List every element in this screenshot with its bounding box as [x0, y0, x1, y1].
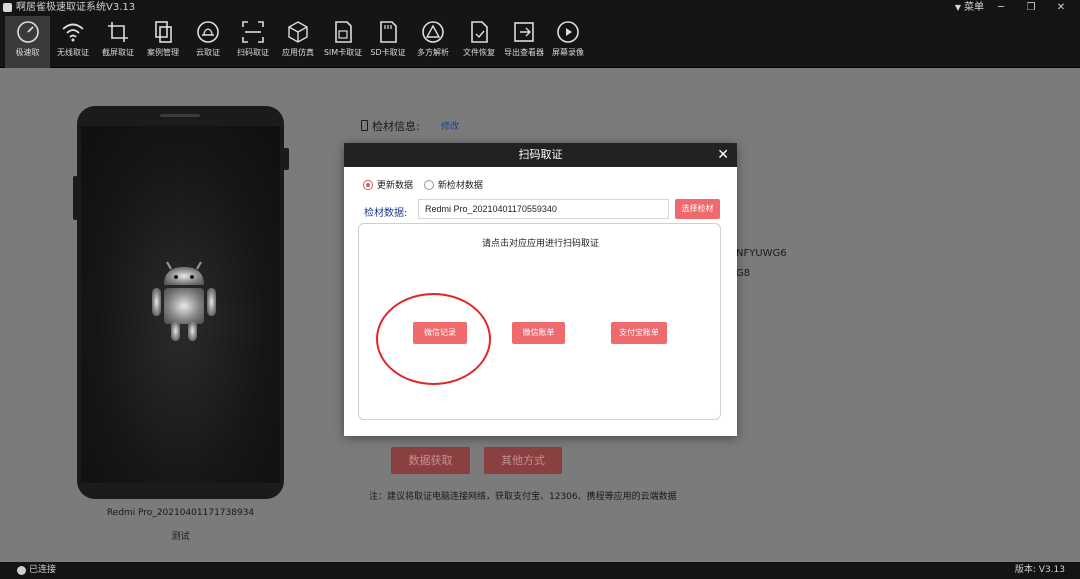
- tool-label: 多方解析: [417, 48, 449, 57]
- network-note: 注：建议将取证电脑连接网络，获取支付宝、12306、携程等应用的云端数据: [369, 492, 677, 502]
- evidence-info-text: 检材信息:: [372, 120, 420, 133]
- speed-icon: [16, 21, 39, 43]
- tool-scan[interactable]: 扫码取证: [233, 16, 273, 68]
- radio-unchecked-icon: [423, 180, 434, 190]
- device-name: Redmi Pro_20210401171738934: [106, 508, 255, 518]
- android-icon: [152, 261, 216, 341]
- tool-label: 无线取证: [57, 48, 89, 57]
- export-icon: [514, 22, 534, 42]
- tool-export[interactable]: 导出查看器: [501, 16, 547, 68]
- device-description: 测试: [171, 532, 190, 542]
- menu-button[interactable]: ▼ 菜单: [955, 0, 984, 16]
- tool-label: 导出查看器: [504, 48, 544, 57]
- phone-speaker: [160, 114, 200, 117]
- connection-status: 已连接: [29, 565, 57, 575]
- copy-icon: [155, 21, 172, 43]
- dialog-header: 扫码取证 ✕: [344, 143, 737, 167]
- tool-label: SD卡取证: [370, 48, 406, 57]
- phone-screen: [81, 126, 280, 483]
- tool-label: 截屏取证: [102, 48, 134, 57]
- status-bar: 已连接 版本: V3.13: [0, 562, 1080, 579]
- version-label: 版本: V3.13: [1014, 565, 1065, 575]
- radio-checked-icon: [363, 180, 373, 190]
- tool-cloud[interactable]: 云取证: [188, 16, 228, 68]
- scan-icon: [242, 21, 264, 43]
- dialog-title: 扫码取证: [518, 148, 563, 161]
- data-fetch-button[interactable]: 数据获取: [391, 447, 470, 474]
- tool-sd[interactable]: SD卡取证: [367, 16, 409, 68]
- tool-sim[interactable]: SIM卡取证: [322, 16, 364, 68]
- minimize-button[interactable]: ─: [986, 0, 1016, 16]
- crop-icon: [108, 22, 128, 42]
- triangle-icon: [422, 21, 444, 43]
- radio-new-data[interactable]: 新检材数据: [423, 178, 483, 191]
- phone-preview: [73, 106, 289, 499]
- tool-case[interactable]: 案例管理: [143, 16, 183, 68]
- tool-emulate[interactable]: 应用仿真: [278, 16, 318, 68]
- tool-label: 文件恢复: [463, 48, 495, 57]
- tool-recover[interactable]: 文件恢复: [458, 16, 500, 68]
- tool-label: SIM卡取证: [323, 48, 363, 57]
- play-icon: [557, 21, 579, 43]
- cloud-icon: [197, 21, 219, 43]
- close-window-button[interactable]: ✕: [1046, 0, 1076, 16]
- other-method-button[interactable]: 其他方式: [484, 447, 562, 474]
- tool-parse[interactable]: 多方解析: [412, 16, 454, 68]
- menu-caret-icon: ▼: [954, 3, 961, 12]
- window-title: 啊居雀极速取证系统V3.13: [16, 2, 136, 13]
- tool-wifi[interactable]: 无线取证: [53, 16, 93, 68]
- alipay-bill-button[interactable]: 支付宝账单: [611, 322, 667, 344]
- sim-icon: [335, 21, 352, 43]
- menu-label: 菜单: [964, 2, 984, 13]
- app-logo-icon: [3, 3, 12, 12]
- radio-update-data[interactable]: 更新数据: [363, 178, 413, 191]
- scan-forensics-dialog: 扫码取证 ✕ 更新数据 新检材数据 检材数据: Redmi Pro_202104…: [344, 143, 737, 436]
- data-mode-radio-group: 更新数据 新检材数据: [363, 178, 491, 191]
- title-bar: 啊居雀极速取证系统V3.13 ▼ 菜单 ─ ❐ ✕: [0, 0, 1080, 16]
- tool-label: 云取证: [196, 48, 220, 57]
- radio-label: 新检材数据: [437, 181, 483, 191]
- file-icon: [471, 21, 488, 43]
- wechat-bill-button[interactable]: 微信账单: [512, 322, 565, 344]
- modify-link[interactable]: 修改: [441, 119, 459, 132]
- main-toolbar: 极速取 无线取证 截屏取证 案例管理 云取证 扫码取证 应用仿真 SIM卡取证 …: [0, 16, 1080, 68]
- tool-label: 屏幕录像: [552, 48, 584, 57]
- annotation-circle: [376, 293, 491, 385]
- wifi-icon: [62, 23, 84, 42]
- tool-label: 极速取: [15, 48, 40, 57]
- dialog-close-button[interactable]: ✕: [717, 143, 729, 167]
- tool-record[interactable]: 屏幕录像: [548, 16, 588, 68]
- radio-label: 更新数据: [377, 181, 414, 191]
- phone-side-button: [284, 148, 289, 170]
- tool-speed[interactable]: 极速取: [5, 16, 50, 68]
- select-evidence-button[interactable]: 选择检材: [675, 199, 720, 219]
- tool-label: 案例管理: [147, 48, 179, 57]
- info-code-2: G8: [736, 268, 751, 279]
- tool-label: 应用仿真: [282, 48, 314, 57]
- cube-icon: [288, 21, 308, 43]
- panel-instruction: 请点击对应应用进行扫码取证: [481, 239, 599, 249]
- connected-icon: [17, 566, 26, 575]
- phone-icon: [361, 120, 368, 131]
- evidence-data-field[interactable]: Redmi Pro_20210401170559340: [418, 199, 669, 219]
- info-code-1: NFYUWG6: [736, 248, 787, 259]
- phone-volume-button: [73, 176, 77, 220]
- evidence-info-label: 检材信息:: [361, 118, 420, 134]
- maximize-button[interactable]: ❐: [1016, 0, 1046, 16]
- tool-crop[interactable]: 截屏取证: [98, 16, 138, 68]
- evidence-data-label: 检材数据:: [364, 208, 408, 219]
- sd-icon: [380, 21, 397, 43]
- tool-label: 扫码取证: [237, 48, 269, 57]
